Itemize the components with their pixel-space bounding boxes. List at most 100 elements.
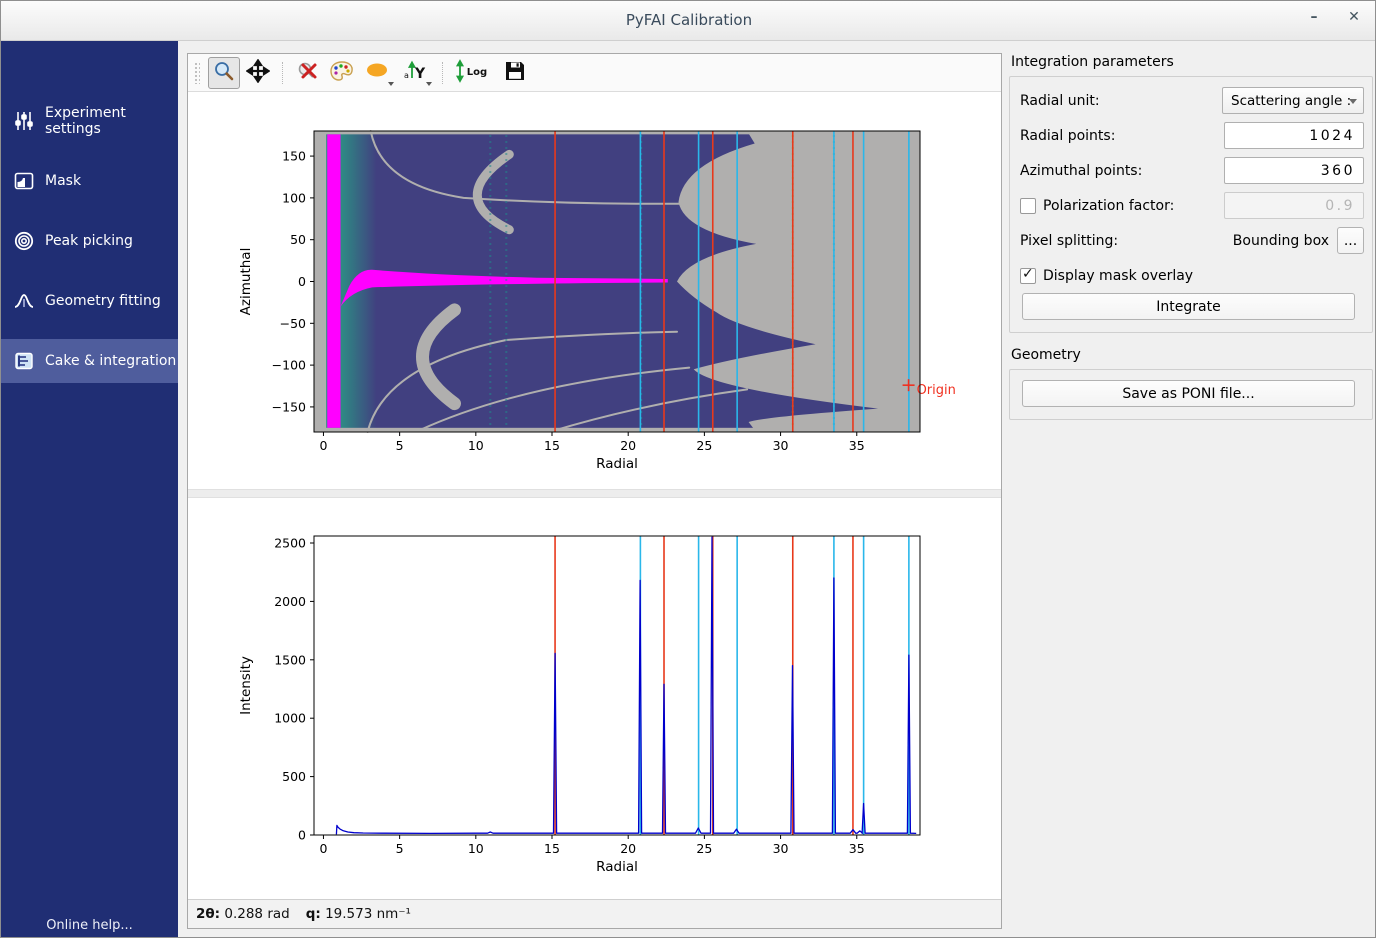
clear-zoom-button[interactable] (292, 57, 324, 89)
radial-points-label: Radial points: (1020, 128, 1115, 144)
radial-unit-select[interactable]: Scattering angle : (1222, 87, 1364, 114)
mask-icon (13, 170, 35, 192)
log-scale-button[interactable]: Log (452, 57, 490, 89)
pixel-splitting-value: Bounding box (1233, 233, 1329, 249)
svg-text:0: 0 (298, 828, 306, 843)
svg-text:−50: −50 (280, 316, 306, 331)
sidebar-item-mask[interactable]: Mask (1, 159, 178, 203)
svg-text:2500: 2500 (274, 536, 306, 551)
svg-text:30: 30 (773, 841, 789, 856)
svg-text:25: 25 (696, 841, 712, 856)
geometry-title: Geometry (1011, 347, 1373, 363)
polarization-checkbox[interactable] (1020, 198, 1036, 214)
toolbar-grip[interactable] (194, 62, 200, 84)
log-label: Log (467, 67, 487, 78)
svg-text:1000: 1000 (274, 711, 306, 726)
svg-text:5: 5 (396, 841, 404, 856)
sidebar-item-cake-integration[interactable]: Cake & integration (1, 339, 178, 383)
svg-text:10: 10 (468, 438, 484, 453)
svg-text:Azimuthal: Azimuthal (238, 248, 254, 316)
online-help-link[interactable]: Online help... (1, 918, 178, 933)
pan-tool-button[interactable] (242, 57, 274, 89)
sidebar-item-label: Peak picking (45, 233, 133, 249)
window-title: PyFAI Calibration (1, 11, 1376, 29)
tth-value: 0.288 rad (224, 906, 289, 922)
plot-toolbar: aY Log (188, 54, 1001, 92)
polarization-label: Polarization factor: (1043, 198, 1174, 214)
svg-text:Y: Y (414, 66, 426, 82)
palette-icon (329, 59, 355, 87)
radial-unit-value: Scattering angle : (1231, 93, 1351, 109)
svg-text:0: 0 (319, 841, 327, 856)
svg-text:10: 10 (468, 841, 484, 856)
pixel-splitting-label: Pixel splitting: (1020, 233, 1118, 249)
svg-text:500: 500 (282, 769, 306, 784)
origin-marker-label: Origin (917, 383, 956, 398)
svg-text:35: 35 (849, 438, 865, 453)
sidebar-item-peak-picking[interactable]: Peak picking (1, 219, 178, 263)
svg-text:Radial: Radial (596, 859, 638, 875)
sidebar-item-experiment-settings[interactable]: Experiment settings (1, 99, 178, 143)
svg-text:50: 50 (290, 232, 306, 247)
radial-unit-label: Radial unit: (1020, 93, 1100, 109)
svg-text:20: 20 (620, 841, 636, 856)
toolbar-separator (442, 62, 444, 84)
svg-text:150: 150 (282, 149, 306, 164)
q-value: 19.573 nm⁻¹ (325, 906, 411, 922)
display-mask-overlay-label: Display mask overlay (1043, 268, 1193, 284)
red-cross-magnifier-icon (296, 59, 320, 87)
right-panel: Integration parameters Radial unit: Scat… (1009, 46, 1373, 420)
magnifier-icon (212, 59, 236, 87)
mask-display-button[interactable] (360, 57, 396, 89)
q-label: q: (306, 906, 321, 922)
display-mask-overlay-checkbox[interactable] (1020, 268, 1036, 284)
save-poni-button[interactable]: Save as PONI file... (1022, 380, 1355, 407)
sidebar-item-label: Cake & integration (45, 353, 176, 369)
integrate-button[interactable]: Integrate (1022, 293, 1355, 320)
svg-text:0: 0 (319, 438, 327, 453)
plot-panel: aY Log Origin05101520253035−150−100−5005… (187, 53, 1002, 929)
integrated-1d-plot-canvas[interactable]: 0 5 10 15 20 25 30 35 0 500 1000 1500 2000 2500 Radial… (188, 498, 1001, 899)
svg-text:35: 35 (849, 841, 865, 856)
rings-icon (13, 230, 35, 252)
sliders-icon (13, 110, 35, 132)
svg-text:a: a (404, 71, 409, 80)
svg-text:Intensity: Intensity (238, 656, 254, 715)
svg-text:−150: −150 (272, 399, 306, 414)
zoom-tool-button[interactable] (208, 57, 240, 89)
colormap-button[interactable] (326, 57, 358, 89)
sidebar-item-geometry-fitting[interactable]: Geometry fitting (1, 279, 178, 323)
svg-text:15: 15 (544, 438, 560, 453)
sidebar-item-label: Mask (45, 173, 81, 189)
close-button[interactable]: ✕ (1341, 9, 1367, 33)
minimize-button[interactable]: – (1301, 9, 1327, 33)
integrated-1d-plot: 0 5 10 15 20 25 30 35 0 500 1000 1500 2000 2500 Radial… (188, 498, 1001, 899)
autoscale-y-button[interactable]: aY (398, 57, 434, 89)
title-bar: PyFAI Calibration – ✕ (1, 1, 1376, 41)
polarization-input[interactable]: 0.9 (1224, 192, 1364, 219)
cake-2d-plot: Origin05101520253035−150−100−50050100150… (188, 92, 1001, 489)
plot-splitter-handle[interactable] (188, 489, 1001, 498)
svg-text:20: 20 (620, 438, 636, 453)
sidebar-item-label: Geometry fitting (45, 293, 161, 309)
svg-text:2000: 2000 (274, 594, 306, 609)
azimuthal-points-input[interactable]: 360 (1224, 157, 1364, 184)
save-button[interactable] (499, 57, 531, 89)
integration-parameters-title: Integration parameters (1011, 54, 1373, 70)
svg-text:25: 25 (696, 438, 712, 453)
pan-arrows-icon (246, 59, 270, 87)
peak-curve-icon (13, 290, 35, 312)
cake-icon (13, 350, 35, 372)
tth-label: 2θ: (196, 906, 220, 922)
pixel-splitting-more-button[interactable]: ... (1337, 227, 1364, 254)
svg-text:30: 30 (773, 438, 789, 453)
svg-text:15: 15 (544, 841, 560, 856)
log-scale-icon (455, 59, 467, 87)
sidebar-item-label: Experiment settings (45, 105, 178, 137)
svg-text:Radial: Radial (596, 456, 638, 472)
save-icon (503, 59, 527, 87)
svg-text:1500: 1500 (274, 652, 306, 667)
toolbar-separator (282, 62, 284, 84)
cake-2d-plot-canvas[interactable]: Origin05101520253035−150−100−50050100150… (188, 92, 1001, 489)
radial-points-input[interactable]: 1024 (1224, 122, 1364, 149)
